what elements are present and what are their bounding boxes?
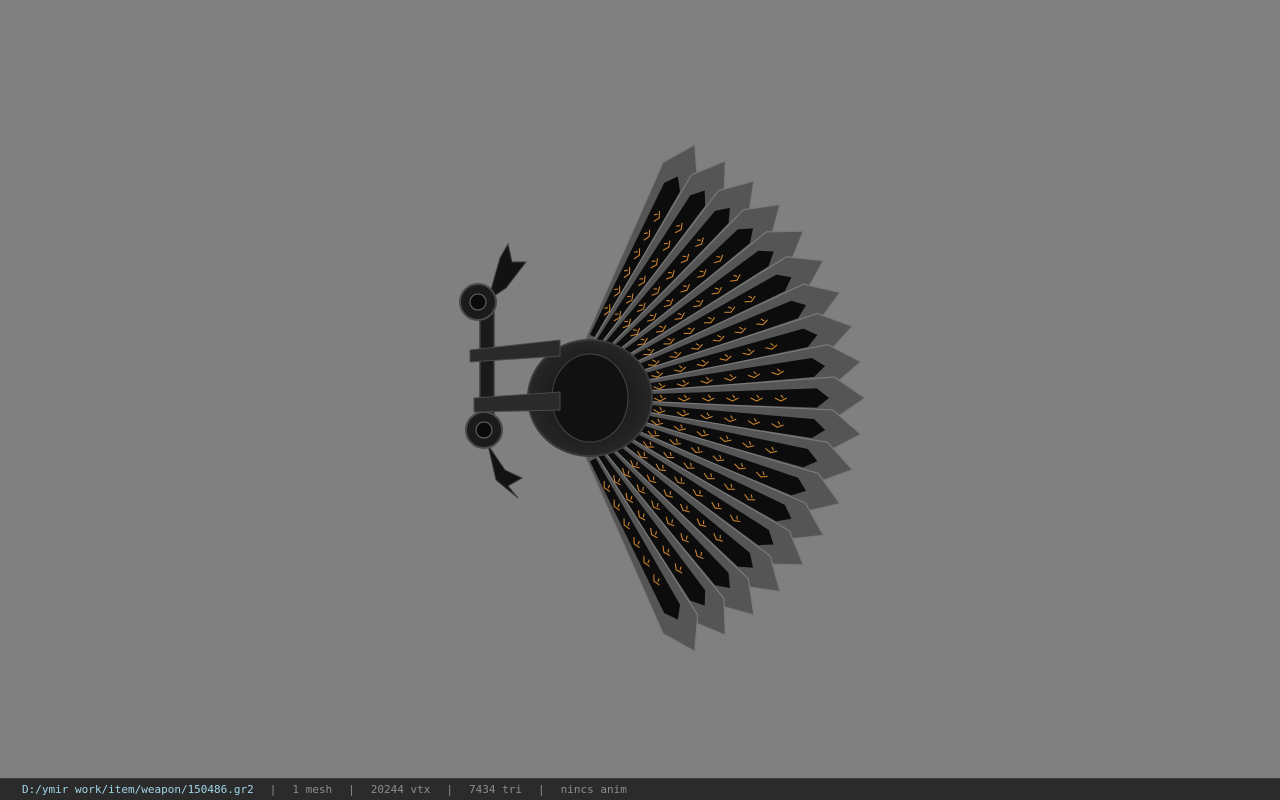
3d-viewport[interactable] xyxy=(0,0,1280,778)
triangle-count: 7434 tri xyxy=(469,783,523,796)
mesh-count: 1 mesh xyxy=(292,783,333,796)
anim-status: nincs anim xyxy=(560,783,627,796)
vertex-count: 20244 vtx xyxy=(370,783,431,796)
status-bar: D:/ymir work/item/weapon/150486.gr2 | 1 … xyxy=(0,778,1280,800)
file-path: D:/ymir work/item/weapon/150486.gr2 xyxy=(22,783,254,796)
separator: | xyxy=(446,783,454,796)
separator: | xyxy=(348,783,355,796)
separator: | xyxy=(538,783,545,796)
separator: | xyxy=(269,783,277,796)
fan-weapon-model xyxy=(459,143,867,653)
